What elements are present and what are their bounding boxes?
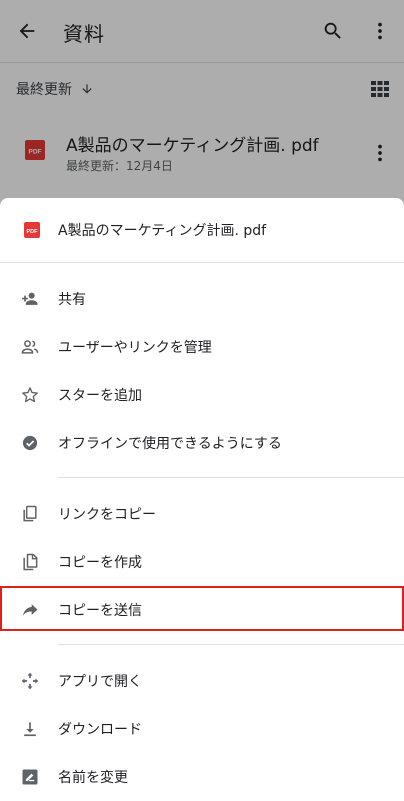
- menu-item-download[interactable]: ダウンロード: [0, 705, 404, 753]
- star-outline-icon: [20, 383, 40, 407]
- download-icon: [20, 717, 40, 741]
- menu-item-label: コピーを作成: [58, 555, 142, 571]
- menu-item-label: ダウンロード: [58, 722, 142, 738]
- menu-item-share[interactable]: 共有: [0, 275, 404, 323]
- menu-item-manage-access[interactable]: ユーザーやリンクを管理: [0, 323, 404, 371]
- menu-item-open-with[interactable]: アプリで開く: [0, 657, 404, 705]
- menu-item-label: コピーを送信: [58, 603, 142, 619]
- pdf-icon-text: PDF: [27, 229, 39, 235]
- menu-item-make-copy[interactable]: コピーを作成: [0, 538, 404, 586]
- copy-link-icon: [20, 502, 40, 526]
- rename-icon: [20, 765, 40, 789]
- offline-check-icon: [20, 431, 40, 455]
- sheet-header: PDF A製品のマーケティング計画. pdf: [0, 198, 404, 263]
- send-arrow-icon: [20, 598, 40, 622]
- menu-item-make-offline[interactable]: オフラインで使用できるようにする: [0, 419, 404, 467]
- open-with-icon: [20, 669, 40, 693]
- menu-item-send-copy[interactable]: コピーを送信: [0, 586, 404, 634]
- sheet-title: A製品のマーケティング計画. pdf: [58, 223, 267, 239]
- menu-item-label: スターを追加: [58, 388, 142, 404]
- menu-item-label: ユーザーやリンクを管理: [58, 340, 212, 356]
- file-actions-sheet: PDF A製品のマーケティング計画. pdf 共有 ユーザーやリンクを管理 スタ…: [0, 198, 404, 800]
- menu-item-label: オフラインで使用できるようにする: [58, 436, 282, 452]
- menu-item-copy-link[interactable]: リンクをコピー: [0, 490, 404, 538]
- file-copy-icon: [20, 550, 40, 574]
- menu-item-label: リンクをコピー: [58, 507, 156, 523]
- menu-item-add-star[interactable]: スターを追加: [0, 371, 404, 419]
- menu-item-label: 名前を変更: [58, 770, 128, 786]
- pdf-file-icon: PDF: [24, 222, 40, 242]
- person-add-icon: [20, 287, 40, 311]
- people-icon: [20, 335, 40, 359]
- menu-item-label: 共有: [58, 292, 86, 308]
- menu-item-label: アプリで開く: [58, 674, 142, 690]
- menu-item-rename[interactable]: 名前を変更: [0, 753, 404, 801]
